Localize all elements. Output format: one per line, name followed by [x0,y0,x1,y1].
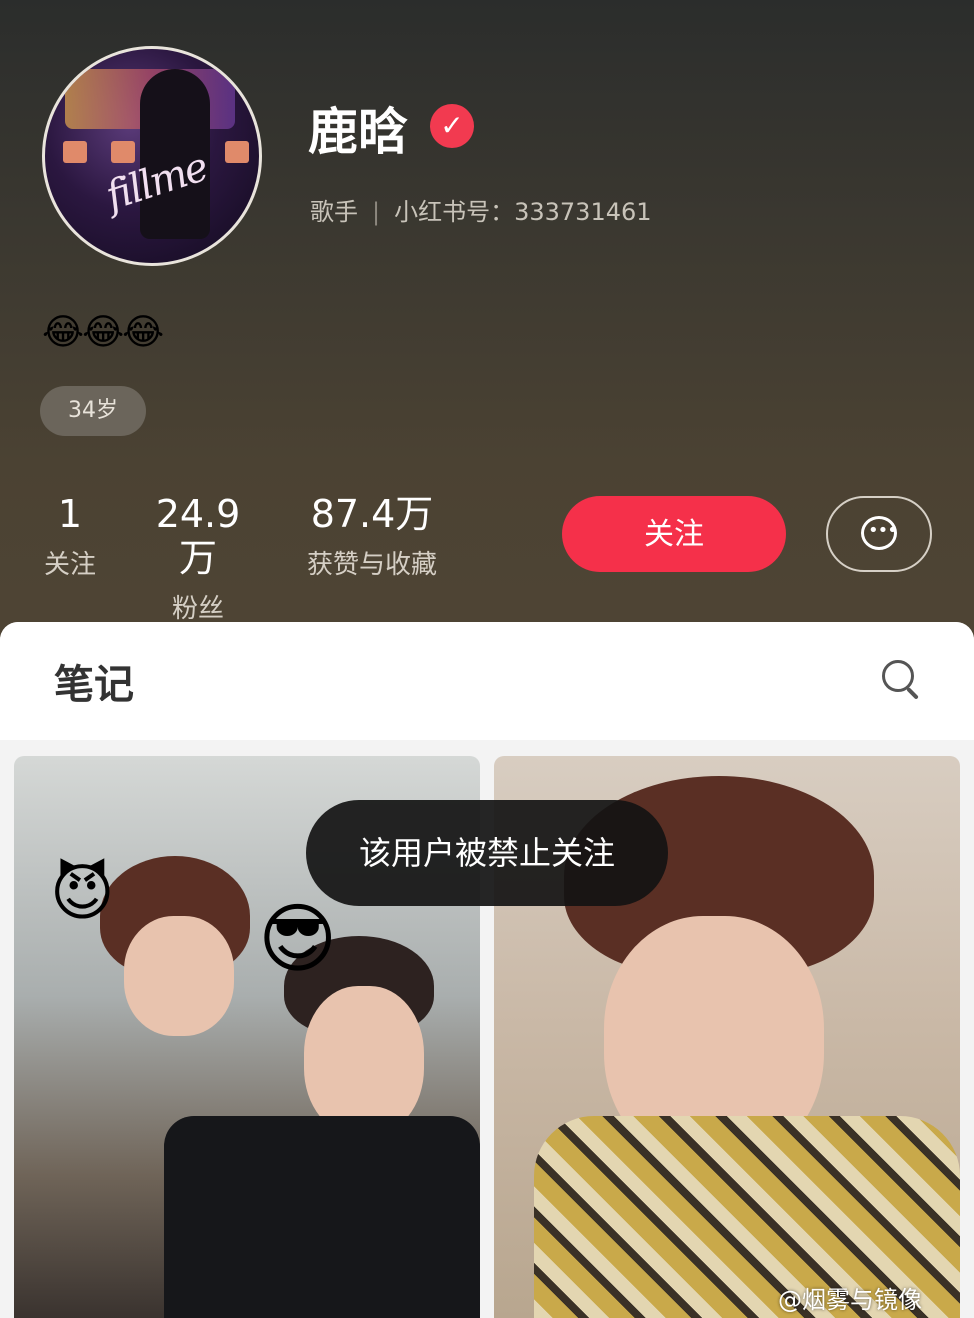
watermark: @烟雾与镜像 [778,1286,922,1314]
stat-followers[interactable]: 24.9万 粉丝 [140,492,256,625]
avatar-lamp [63,141,87,163]
stat-likes[interactable]: 87.4万 获赞与收藏 [296,492,448,581]
tab-notes[interactable]: 笔记 [54,652,134,710]
profile-meta: 歌手 | 小红书号：333731461 [310,192,652,227]
toast-message: 该用户被禁止关注 [306,800,668,906]
meta-divider: | [372,198,381,226]
devil-emoji-icon: 😈 [50,856,115,929]
verified-check-icon: ✓ [430,104,474,148]
person-shirt [164,1116,480,1318]
stat-following[interactable]: 1 关注 [38,492,102,581]
stat-likes-label: 获赞与收藏 [306,550,437,580]
stat-following-label: 关注 [43,550,96,580]
profile-name: 鹿晗 [308,103,408,161]
tab-bar: 笔记 [0,622,974,740]
chat-dots: ••• [868,520,898,541]
person-face [124,916,234,1036]
stat-followers-label: 粉丝 [171,594,224,624]
message-button[interactable]: ••• [826,496,932,572]
follow-button[interactable]: 关注 [562,496,786,572]
profile-role: 歌手 [310,198,358,226]
search-icon-handle [906,687,919,700]
sunglasses-emoji-icon: 😎 [258,894,338,983]
avatar-lamp [225,141,249,163]
profile-id[interactable]: 小红书号：333731461 [394,198,651,226]
profile-header: fillme 鹿晗 ✓ 歌手 | 小红书号：333731461 😂😂😂 34岁 1 … [0,0,974,660]
person-face [304,986,424,1136]
notes-panel: 笔记 😈 😎 [0,622,974,1318]
stat-following-value: 1 [57,492,83,536]
profile-bio: 😂😂😂 [42,312,164,353]
search-icon[interactable] [882,660,920,700]
stat-followers-value: 24.9万 [155,492,241,580]
avatar[interactable]: fillme [42,46,262,266]
age-tag: 34岁 [40,386,146,436]
stat-likes-value: 87.4万 [310,492,434,536]
avatar-lamp [111,141,135,163]
